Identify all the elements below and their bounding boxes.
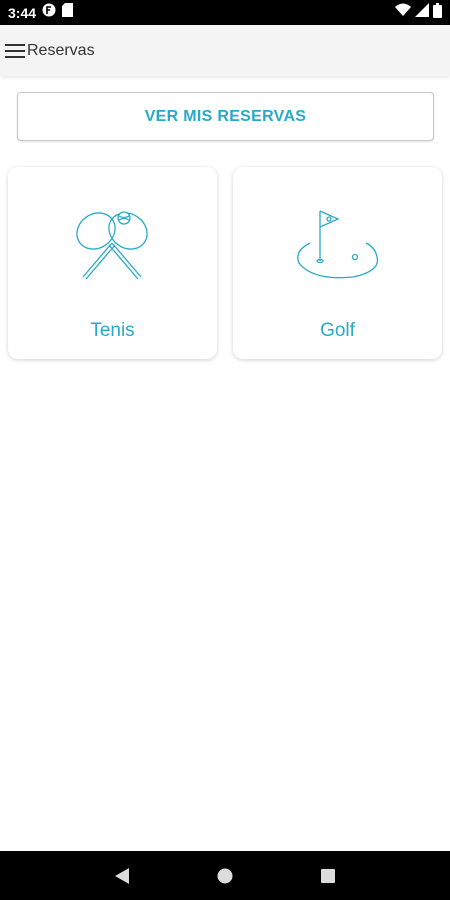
recents-icon[interactable] xyxy=(313,861,343,891)
ver-mis-reservas-button[interactable]: VER MIS RESERVAS xyxy=(17,92,434,141)
status-right xyxy=(395,2,442,23)
card-label: Golf xyxy=(320,320,355,341)
status-bar: 3:44 xyxy=(0,0,450,25)
golf-flag-icon xyxy=(233,207,442,287)
status-time: 3:44 xyxy=(8,4,37,21)
card-golf[interactable]: Golf xyxy=(233,167,442,359)
home-icon[interactable] xyxy=(210,861,240,891)
app-bar: Reservas xyxy=(0,25,450,76)
f-notification-icon xyxy=(42,3,56,22)
sd-card-icon xyxy=(62,3,74,22)
back-icon[interactable] xyxy=(107,861,137,891)
page-title: Reservas xyxy=(27,41,95,59)
tennis-rackets-icon xyxy=(8,207,217,287)
status-left: 3:44 xyxy=(8,3,74,22)
cell-signal-icon xyxy=(415,3,429,22)
battery-icon xyxy=(433,2,442,23)
card-tenis[interactable]: Tenis xyxy=(8,167,217,359)
wifi-icon xyxy=(395,3,411,22)
card-label: Tenis xyxy=(90,320,135,341)
system-nav-bar xyxy=(0,851,450,900)
hamburger-menu-icon[interactable] xyxy=(4,40,26,62)
